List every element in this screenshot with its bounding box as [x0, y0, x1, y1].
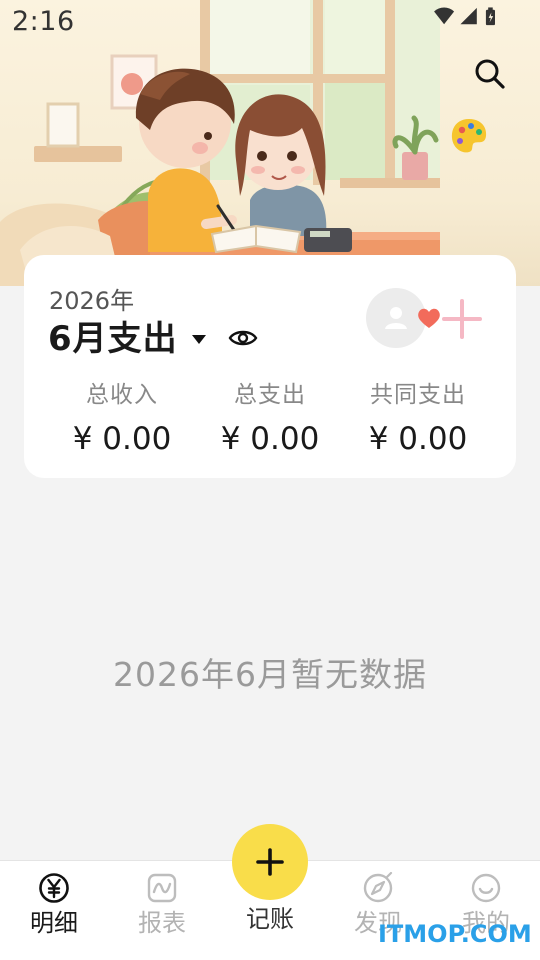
yen-circle-icon	[39, 873, 69, 903]
tab-reports[interactable]: 报表	[108, 861, 216, 960]
stat-shared-expense: 共同支出 ¥ 0.00	[338, 375, 498, 457]
summary-card: 2026年 6月支出 总收入 ¥ 0.00 总支出 ¥ 0.00 共同支出 ¥ …	[24, 255, 516, 478]
stat-label: 总收入	[86, 382, 158, 408]
month-selector[interactable]: 6月支出	[48, 315, 258, 359]
stat-value: ¥ 0.00	[72, 421, 172, 457]
theme-button[interactable]	[449, 116, 489, 156]
stat-total-income: 总收入 ¥ 0.00	[42, 375, 202, 457]
battery-icon	[485, 7, 495, 26]
watermark: ITMOP.COM	[378, 920, 532, 948]
cell-signal-icon	[460, 7, 477, 25]
user-icon	[385, 307, 407, 329]
tab-label: 明细	[30, 909, 78, 937]
compass-icon	[363, 872, 393, 903]
wifi-icon	[434, 7, 455, 25]
tab-bookkeeping-label: 记账	[246, 905, 294, 933]
stat-value: ¥ 0.00	[368, 421, 468, 457]
status-time: 2:16	[12, 6, 75, 37]
stat-value: ¥ 0.00	[220, 421, 320, 457]
status-icons	[434, 7, 495, 26]
eye-icon[interactable]	[228, 327, 258, 349]
palette-icon	[451, 119, 487, 153]
month-title: 6月支出	[48, 318, 178, 359]
add-partner-icon[interactable]	[442, 299, 482, 339]
stat-label: 总支出	[234, 382, 306, 408]
stat-label: 共同支出	[370, 382, 466, 408]
empty-state-message: 2026年6月暂无数据	[113, 655, 427, 694]
status-bar: 2:16	[0, 0, 540, 46]
caret-down-icon[interactable]	[191, 334, 206, 344]
stat-total-expense: 总支出 ¥ 0.00	[190, 375, 350, 457]
heart-icon	[418, 308, 440, 328]
smile-icon	[471, 873, 501, 903]
stats-row: 总收入 ¥ 0.00 总支出 ¥ 0.00 共同支出 ¥ 0.00	[24, 375, 516, 465]
search-icon	[475, 59, 505, 89]
search-button[interactable]	[470, 54, 510, 94]
add-record-button[interactable]	[232, 824, 308, 900]
plus-icon	[256, 848, 284, 876]
tab-details[interactable]: 明细	[0, 861, 108, 960]
chart-icon	[147, 873, 177, 903]
tab-label: 报表	[138, 909, 186, 937]
